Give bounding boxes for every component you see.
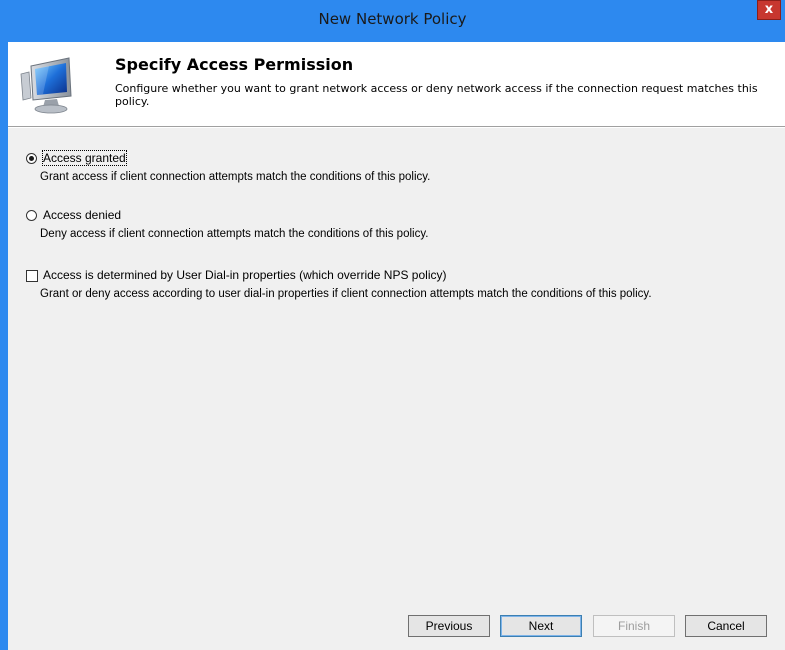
access-granted-description: Grant access if client connection attemp… [40,171,431,183]
finish-button: Finish [593,615,675,637]
close-button[interactable]: x [757,0,781,20]
window-title: New Network Policy [318,10,467,28]
dialog-client-area: Specify Access Permission Configure whet… [8,42,785,650]
header-divider-highlight [8,127,785,128]
access-denied-radio[interactable] [26,210,37,221]
next-button[interactable]: Next [500,615,582,637]
access-granted-label[interactable]: Access granted [42,150,127,166]
dialin-properties-label[interactable]: Access is determined by User Dial-in pro… [43,268,446,282]
previous-button[interactable]: Previous [408,615,490,637]
wizard-page-title: Specify Access Permission [115,55,354,74]
access-denied-description: Deny access if client connection attempt… [40,228,429,240]
dialin-properties-checkbox[interactable] [26,270,38,282]
wizard-page-description: Configure whether you want to grant netw… [115,82,758,108]
access-denied-label[interactable]: Access denied [43,208,121,222]
new-network-policy-window: New Network Policy x Specify Access Perm… [0,0,785,650]
wizard-header: Specify Access Permission Configure whet… [8,42,785,126]
dialin-properties-description: Grant or deny access according to user d… [40,288,652,300]
computer-monitor-icon [20,57,72,114]
access-granted-radio[interactable] [26,153,37,164]
cancel-button[interactable]: Cancel [685,615,767,637]
title-bar[interactable]: New Network Policy x [0,0,785,42]
